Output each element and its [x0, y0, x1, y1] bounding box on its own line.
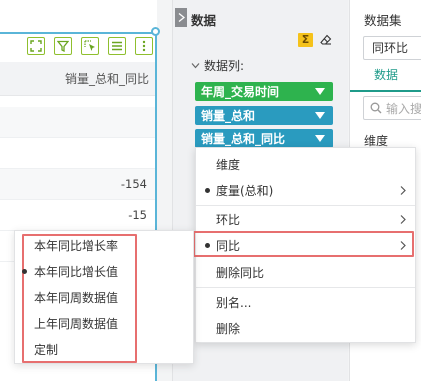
field-pill-sales-sum[interactable]: 销量_总和 [195, 106, 333, 125]
field-search-input[interactable]: 输入搜 [363, 96, 421, 120]
menu-item-label: 别名... [216, 295, 252, 310]
collapse-panel-button[interactable] [175, 8, 187, 27]
select-cursor-icon[interactable] [81, 37, 99, 55]
caret-down-icon[interactable] [315, 135, 325, 142]
dataset-label: 数据集 [364, 13, 402, 28]
field-pill-sales-sum-yoy[interactable]: 销量_总和_同比 [195, 129, 333, 148]
field-pill-week-transaction-time[interactable]: 年周_交易时间 [195, 82, 333, 101]
selected-dot-icon [205, 188, 210, 193]
menu-item-label: 维度 [216, 157, 241, 172]
menu-divider [196, 287, 415, 288]
field-pill-label: 销量_总和_同比 [201, 132, 286, 146]
table-row [0, 107, 155, 138]
menu-item-period-over-period[interactable]: 环比 [196, 206, 415, 232]
menu-item-delete-yoy[interactable]: 删除同比 [196, 259, 415, 285]
menu-item-label: 删除同比 [216, 265, 265, 280]
data-panel-title: 数据 [191, 13, 217, 28]
expand-icon[interactable] [27, 37, 45, 55]
menu-item-delete[interactable]: 删除 [196, 315, 415, 341]
chevron-down-icon [191, 63, 200, 69]
menu-item-label: 删除 [216, 321, 241, 336]
eraser-icon[interactable] [320, 34, 332, 46]
submenu-item-yoy-growth-value[interactable]: 本年同比增长值 [34, 263, 118, 280]
annotation-highlight-yoy [193, 231, 414, 257]
menu-item-label: 度量(总和) [216, 183, 274, 198]
field-pill-label: 年周_交易时间 [201, 85, 280, 99]
table-toolbar [0, 32, 155, 58]
filter-icon[interactable] [54, 37, 72, 55]
submenu-item-current-year-week-value[interactable]: 本年同周数据值 [34, 289, 118, 306]
tab-data[interactable]: 数据 [350, 64, 421, 92]
data-columns-text: 数据列: [204, 59, 245, 73]
chevron-right-icon [400, 186, 406, 195]
submenu-item-yoy-growth-rate[interactable]: 本年同比增长率 [34, 237, 118, 254]
submenu-item-last-year-week-value[interactable]: 上年同周数据值 [34, 315, 118, 332]
menu-item-measure[interactable]: 度量(总和) [196, 177, 415, 203]
field-pill-label: 销量_总和 [201, 109, 256, 123]
table-row: -15 [0, 200, 155, 231]
submenu-item-custom[interactable]: 定制 [34, 341, 58, 358]
table-row: -154 [0, 169, 155, 200]
selected-dot-icon [22, 269, 27, 274]
table-row [0, 138, 155, 169]
list-icon[interactable] [108, 37, 126, 55]
data-columns-label[interactable]: 数据列: [191, 57, 244, 74]
menu-item-alias[interactable]: 别名... [196, 289, 415, 315]
resize-handle[interactable] [151, 27, 160, 36]
menu-item-dimension[interactable]: 维度 [196, 151, 415, 177]
more-vertical-icon[interactable] [135, 37, 153, 55]
table-column-header[interactable]: 销量_总和_同比 [0, 62, 155, 96]
sigma-icon[interactable]: Σ [298, 33, 313, 47]
menu-item-label: 环比 [216, 212, 241, 227]
dataset-select[interactable]: 同环比 [363, 36, 421, 60]
chevron-right-icon [400, 215, 406, 224]
search-placeholder: 输入搜 [386, 101, 421, 116]
caret-down-icon[interactable] [315, 88, 325, 95]
caret-down-icon[interactable] [315, 112, 325, 119]
search-icon [370, 102, 382, 114]
